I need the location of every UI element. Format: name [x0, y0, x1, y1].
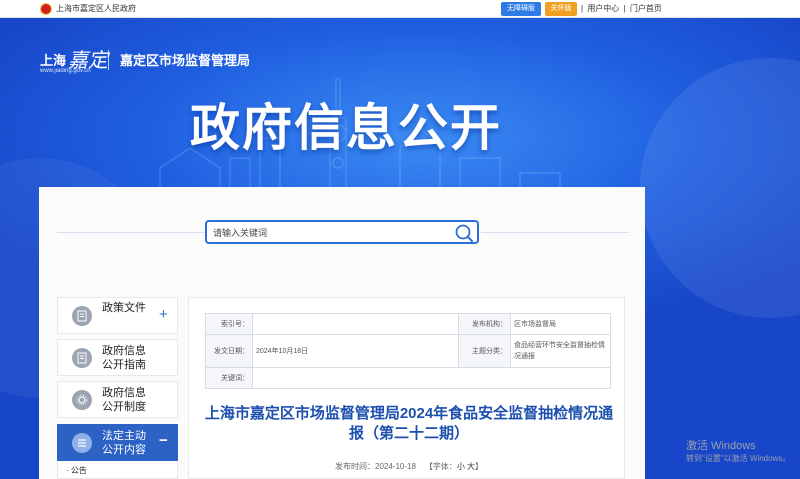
sidebar-item-disclosure-guide[interactable]: 政府信息 公开指南	[57, 339, 178, 376]
guide-icon	[72, 348, 92, 368]
care-mode-button[interactable]: 关怀版	[545, 2, 577, 16]
logo-divider	[108, 50, 109, 70]
sidebar-subitem-announcement[interactable]: · 公告	[57, 462, 178, 479]
watermark-line2: 转到"设置"以激活 Windows。	[686, 454, 791, 463]
main-panel: 政策文件 + 政府信息公开指南 政府信息公开制度 法定主动公开内容 − · 公告…	[39, 187, 645, 479]
date-label: 发文日期：	[205, 334, 253, 368]
topic-value: 食品经营环节安全监督抽检情况通报	[510, 334, 611, 368]
top-bar: 上海市嘉定区人民政府 无障碍版 关怀版 | 用户中心 | 门户首页	[0, 0, 800, 18]
document-card: 索引号： 发布机构： 区市场监督局 发文日期： 2024年10月18日 主题分类…	[188, 297, 625, 479]
topic-label: 主题分类：	[458, 334, 511, 368]
divider-line	[57, 232, 205, 233]
gov-name-link[interactable]: 上海市嘉定区人民政府	[56, 3, 136, 15]
search-input[interactable]	[213, 225, 443, 241]
published-date: 2024-10-18	[375, 462, 416, 471]
gear-icon	[72, 390, 92, 410]
page-title: 政府信息公开	[190, 100, 502, 156]
document-meta: 发布时间：2024-10-18 【字体：小 大】	[335, 461, 483, 472]
logo-shanghai: 上海	[40, 53, 67, 68]
index-label: 索引号：	[205, 313, 253, 335]
font-large-button[interactable]: 大	[467, 462, 475, 471]
sidebar-item-label: 法定主动 公开内容	[102, 430, 146, 456]
separator: |	[581, 4, 584, 13]
sidebar-item-label: 政府信息 公开指南	[102, 345, 146, 371]
search-box	[57, 220, 629, 244]
font-size-label: 【字体：	[424, 462, 457, 471]
national-emblem-icon	[40, 3, 52, 15]
top-links: | 用户中心 | 门户首页	[580, 3, 663, 15]
accessibility-button[interactable]: 无障碍版	[501, 2, 541, 16]
document-info-table: 索引号： 发布机构： 区市场监督局 发文日期： 2024年10月18日 主题分类…	[205, 313, 611, 389]
windows-activation-watermark: 激活 Windows 转到"设置"以激活 Windows。	[686, 440, 790, 465]
font-size-close: 】	[475, 462, 484, 471]
user-center-link[interactable]: 用户中心	[586, 4, 620, 13]
divider-line	[481, 232, 629, 233]
sidebar-item-disclosure-system[interactable]: 政府信息 公开制度	[57, 381, 178, 418]
list-icon	[72, 433, 92, 453]
document-title: 上海市嘉定区市场监督管理局2024年食品安全监督抽检情况通报（第二十二期）	[204, 405, 614, 442]
watermark-line1: 激活 Windows	[686, 440, 756, 452]
collapse-icon[interactable]: −	[159, 433, 168, 448]
published-label: 发布时间：	[335, 462, 375, 471]
sidebar-item-policy-docs[interactable]: 政策文件 +	[57, 297, 178, 334]
publisher-label: 发布机构：	[458, 313, 511, 335]
keyword-value	[252, 367, 611, 389]
date-value: 2024年10月18日	[252, 334, 459, 368]
logo-site-url: www.jiading.gov.cn	[40, 68, 91, 74]
index-value	[252, 313, 459, 335]
sidebar-item-label: 政策文件	[102, 302, 146, 314]
search-icon[interactable]	[454, 223, 474, 243]
sidebar-item-label: 政府信息 公开制度	[102, 387, 146, 413]
keyword-label: 关键词：	[205, 367, 253, 389]
document-icon	[72, 306, 92, 326]
separator: |	[623, 4, 626, 13]
sidebar-item-statutory-content[interactable]: 法定主动 公开内容 −	[57, 424, 178, 461]
bureau-name: 嘉定区市场监督管理局	[120, 53, 251, 68]
expand-icon[interactable]: +	[159, 307, 168, 322]
publisher-value: 区市场监督局	[510, 313, 611, 335]
font-small-button[interactable]: 小	[457, 462, 465, 471]
portal-home-link[interactable]: 门户首页	[629, 4, 663, 13]
